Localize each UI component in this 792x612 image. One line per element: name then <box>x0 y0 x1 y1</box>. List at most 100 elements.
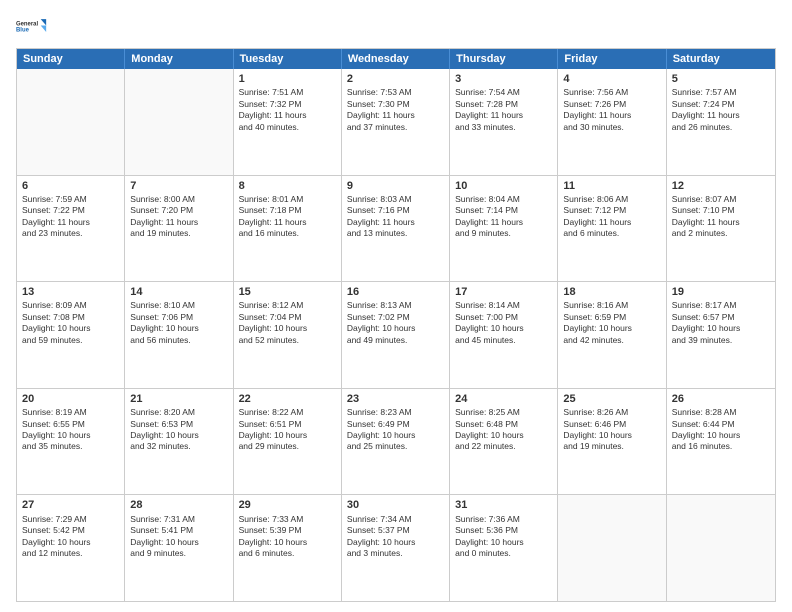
weekday-header: Friday <box>558 49 666 69</box>
svg-text:General: General <box>16 22 38 28</box>
calendar-cell: 7Sunrise: 8:00 AM Sunset: 7:20 PM Daylig… <box>125 176 233 282</box>
calendar-cell: 9Sunrise: 8:03 AM Sunset: 7:16 PM Daylig… <box>342 176 450 282</box>
day-number: 4 <box>563 72 660 86</box>
cell-info: Sunrise: 8:17 AM Sunset: 6:57 PM Dayligh… <box>672 300 770 346</box>
calendar-cell: 2Sunrise: 7:53 AM Sunset: 7:30 PM Daylig… <box>342 69 450 175</box>
calendar-cell: 10Sunrise: 8:04 AM Sunset: 7:14 PM Dayli… <box>450 176 558 282</box>
day-number: 24 <box>455 392 552 406</box>
day-number: 7 <box>130 179 227 193</box>
day-number: 19 <box>672 285 770 299</box>
day-number: 6 <box>22 179 119 193</box>
day-number: 25 <box>563 392 660 406</box>
calendar-cell: 3Sunrise: 7:54 AM Sunset: 7:28 PM Daylig… <box>450 69 558 175</box>
day-number: 13 <box>22 285 119 299</box>
cell-info: Sunrise: 8:09 AM Sunset: 7:08 PM Dayligh… <box>22 300 119 346</box>
cell-info: Sunrise: 8:07 AM Sunset: 7:10 PM Dayligh… <box>672 194 770 240</box>
calendar-cell: 4Sunrise: 7:56 AM Sunset: 7:26 PM Daylig… <box>558 69 666 175</box>
calendar-cell: 14Sunrise: 8:10 AM Sunset: 7:06 PM Dayli… <box>125 282 233 388</box>
cell-info: Sunrise: 8:22 AM Sunset: 6:51 PM Dayligh… <box>239 407 336 453</box>
svg-text:Blue: Blue <box>16 27 30 33</box>
cell-info: Sunrise: 8:25 AM Sunset: 6:48 PM Dayligh… <box>455 407 552 453</box>
calendar-cell: 1Sunrise: 7:51 AM Sunset: 7:32 PM Daylig… <box>234 69 342 175</box>
calendar-cell: 20Sunrise: 8:19 AM Sunset: 6:55 PM Dayli… <box>17 389 125 495</box>
day-number: 18 <box>563 285 660 299</box>
day-number: 20 <box>22 392 119 406</box>
day-number: 14 <box>130 285 227 299</box>
calendar-cell: 27 Sunrise: 7:29 AM Sunset: 5:42 PM Dayli… <box>17 495 125 601</box>
calendar-cell: 31 Sunrise: 7:36 AM Sunset: 5:36 PM Dayli… <box>450 495 558 601</box>
calendar-cell: 26Sunrise: 8:28 AM Sunset: 6:44 PM Dayli… <box>667 389 775 495</box>
day-number: 10 <box>455 179 552 193</box>
calendar-row: 13Sunrise: 8:09 AM Sunset: 7:08 PM Dayli… <box>17 281 775 388</box>
cell-info: Sunrise: 8:28 AM Sunset: 6:44 PM Dayligh… <box>672 407 770 453</box>
calendar-cell: 24Sunrise: 8:25 AM Sunset: 6:48 PM Dayli… <box>450 389 558 495</box>
day-number: 31 <box>455 498 552 512</box>
cell-info: Sunrise: 8:10 AM Sunset: 7:06 PM Dayligh… <box>130 300 227 346</box>
calendar-header: SundayMondayTuesdayWednesdayThursdayFrid… <box>17 49 775 69</box>
weekday-header: Tuesday <box>234 49 342 69</box>
cell-info: Sunrise: 8:19 AM Sunset: 6:55 PM Dayligh… <box>22 407 119 453</box>
calendar-cell: 17Sunrise: 8:14 AM Sunset: 7:00 PM Dayli… <box>450 282 558 388</box>
cell-info: Sunrise: 8:03 AM Sunset: 7:16 PM Dayligh… <box>347 194 444 240</box>
day-number: 2 <box>347 72 444 86</box>
cell-info: Sunrise: 8:26 AM Sunset: 6:46 PM Dayligh… <box>563 407 660 453</box>
cell-info: Sunrise: 7:31 AM Sunset: 5:41 PM Dayligh… <box>130 514 227 560</box>
day-number: 8 <box>239 179 336 193</box>
calendar-body: 1Sunrise: 7:51 AM Sunset: 7:32 PM Daylig… <box>17 69 775 601</box>
calendar-row: 1Sunrise: 7:51 AM Sunset: 7:32 PM Daylig… <box>17 69 775 175</box>
day-number: 1 <box>239 72 336 86</box>
logo: GeneralBlue <box>16 12 48 40</box>
calendar-cell: 22Sunrise: 8:22 AM Sunset: 6:51 PM Dayli… <box>234 389 342 495</box>
calendar-cell: 29 Sunrise: 7:33 AM Sunset: 5:39 PM Dayli… <box>234 495 342 601</box>
calendar-cell <box>17 69 125 175</box>
cell-info: Sunrise: 7:34 AM Sunset: 5:37 PM Dayligh… <box>347 514 444 560</box>
logo-icon: GeneralBlue <box>16 12 48 40</box>
cell-info: Sunrise: 7:33 AM Sunset: 5:39 PM Dayligh… <box>239 514 336 560</box>
cell-info: Sunrise: 8:13 AM Sunset: 7:02 PM Dayligh… <box>347 300 444 346</box>
calendar-cell: 23Sunrise: 8:23 AM Sunset: 6:49 PM Dayli… <box>342 389 450 495</box>
day-number: 29 <box>239 498 336 512</box>
calendar-cell: 5Sunrise: 7:57 AM Sunset: 7:24 PM Daylig… <box>667 69 775 175</box>
cell-info: Sunrise: 8:20 AM Sunset: 6:53 PM Dayligh… <box>130 407 227 453</box>
calendar-row: 6Sunrise: 7:59 AM Sunset: 7:22 PM Daylig… <box>17 175 775 282</box>
calendar-cell: 6Sunrise: 7:59 AM Sunset: 7:22 PM Daylig… <box>17 176 125 282</box>
day-number: 15 <box>239 285 336 299</box>
weekday-header: Saturday <box>667 49 775 69</box>
day-number: 16 <box>347 285 444 299</box>
calendar-cell <box>125 69 233 175</box>
cell-info: Sunrise: 7:36 AM Sunset: 5:36 PM Dayligh… <box>455 514 552 560</box>
calendar-cell: 25Sunrise: 8:26 AM Sunset: 6:46 PM Dayli… <box>558 389 666 495</box>
day-number: 17 <box>455 285 552 299</box>
calendar-cell: 28 Sunrise: 7:31 AM Sunset: 5:41 PM Dayli… <box>125 495 233 601</box>
calendar-cell: 19Sunrise: 8:17 AM Sunset: 6:57 PM Dayli… <box>667 282 775 388</box>
page-header: GeneralBlue <box>16 12 776 40</box>
weekday-header: Monday <box>125 49 233 69</box>
calendar-cell: 13Sunrise: 8:09 AM Sunset: 7:08 PM Dayli… <box>17 282 125 388</box>
day-number: 12 <box>672 179 770 193</box>
calendar-cell: 16Sunrise: 8:13 AM Sunset: 7:02 PM Dayli… <box>342 282 450 388</box>
calendar-cell: 8Sunrise: 8:01 AM Sunset: 7:18 PM Daylig… <box>234 176 342 282</box>
calendar-cell: 30Sunrise: 7:34 AM Sunset: 5:37 PM Dayli… <box>342 495 450 601</box>
day-number: 26 <box>672 392 770 406</box>
calendar-cell: 18Sunrise: 8:16 AM Sunset: 6:59 PM Dayli… <box>558 282 666 388</box>
calendar-cell: 15Sunrise: 8:12 AM Sunset: 7:04 PM Dayli… <box>234 282 342 388</box>
cell-info: Sunrise: 7:57 AM Sunset: 7:24 PM Dayligh… <box>672 87 770 133</box>
calendar-cell: 12Sunrise: 8:07 AM Sunset: 7:10 PM Dayli… <box>667 176 775 282</box>
calendar-cell <box>558 495 666 601</box>
calendar-row: 27 Sunrise: 7:29 AM Sunset: 5:42 PM Dayli… <box>17 494 775 601</box>
cell-info: Sunrise: 7:29 AM Sunset: 5:42 PM Dayligh… <box>22 514 119 560</box>
day-number: 3 <box>455 72 552 86</box>
weekday-header: Sunday <box>17 49 125 69</box>
day-number: 27 <box>22 498 119 512</box>
day-number: 9 <box>347 179 444 193</box>
day-number: 5 <box>672 72 770 86</box>
cell-info: Sunrise: 7:51 AM Sunset: 7:32 PM Dayligh… <box>239 87 336 133</box>
day-number: 21 <box>130 392 227 406</box>
day-number: 28 <box>130 498 227 512</box>
weekday-header: Wednesday <box>342 49 450 69</box>
cell-info: Sunrise: 7:54 AM Sunset: 7:28 PM Dayligh… <box>455 87 552 133</box>
cell-info: Sunrise: 7:59 AM Sunset: 7:22 PM Dayligh… <box>22 194 119 240</box>
cell-info: Sunrise: 7:56 AM Sunset: 7:26 PM Dayligh… <box>563 87 660 133</box>
cell-info: Sunrise: 8:16 AM Sunset: 6:59 PM Dayligh… <box>563 300 660 346</box>
cell-info: Sunrise: 8:12 AM Sunset: 7:04 PM Dayligh… <box>239 300 336 346</box>
